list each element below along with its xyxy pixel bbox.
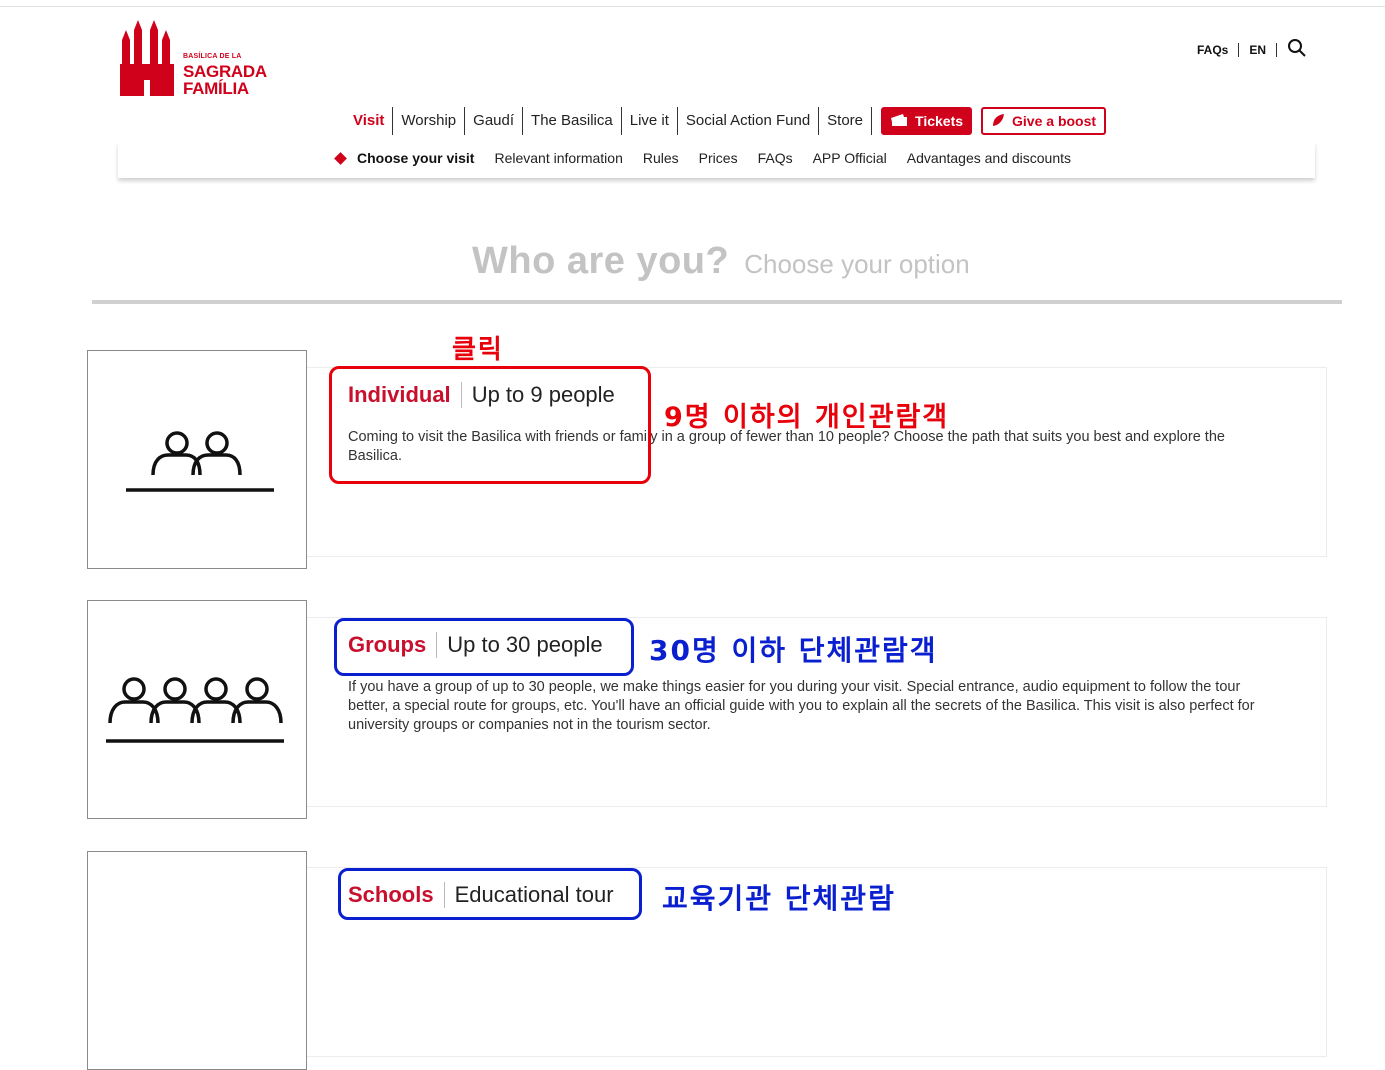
- annotation-groups: 30명 이하 단체관람객: [649, 634, 938, 667]
- language-selector[interactable]: EN: [1249, 43, 1266, 57]
- subnav-item-prices[interactable]: Prices: [699, 150, 738, 166]
- ticket-icon: [890, 113, 908, 130]
- sub-nav: Choose your visit Relevant information R…: [334, 150, 1091, 166]
- logo-line-2: SAGRADA: [183, 62, 267, 81]
- top-divider: [0, 6, 1385, 7]
- logo-wordmark: BASÍLICA DE LA SAGRADA FAMÍLIA: [183, 53, 267, 97]
- faqs-link[interactable]: FAQs: [1197, 43, 1228, 57]
- individual-image[interactable]: [87, 350, 307, 569]
- annotation-box-groups: [334, 618, 634, 676]
- groups-image[interactable]: [87, 600, 307, 819]
- subnav-item-faqs[interactable]: FAQs: [758, 150, 793, 166]
- nav-item-worship[interactable]: Worship: [392, 107, 464, 135]
- logo-line-3: FAMÍLIA: [183, 79, 249, 98]
- schools-image[interactable]: [87, 851, 307, 1070]
- page-heading: Who are you? Choose your option: [472, 240, 970, 283]
- nav-item-visit[interactable]: Visit: [345, 107, 392, 135]
- annotation-box-schools: [338, 868, 642, 920]
- utility-nav: FAQs EN: [1197, 38, 1307, 61]
- heading-rule: [92, 300, 1342, 304]
- give-a-boost-button[interactable]: Give a boost: [981, 107, 1107, 135]
- nav-item-live-it[interactable]: Live it: [620, 107, 677, 135]
- site-logo[interactable]: BASÍLICA DE LA SAGRADA FAMÍLIA: [120, 20, 280, 100]
- sagrada-familia-towers-icon: [120, 20, 174, 96]
- heading-main: Who are you?: [472, 240, 730, 282]
- util-separator: [1276, 42, 1277, 57]
- groups-people-icon: [106, 677, 284, 743]
- util-separator: [1238, 42, 1240, 57]
- annotation-box-individual: [329, 366, 651, 484]
- give-a-boost-label: Give a boost: [1012, 113, 1097, 129]
- subnav-item-relevant-information[interactable]: Relevant information: [494, 150, 622, 166]
- annotation-individual: 9명 이하의 개인관람객: [664, 402, 950, 433]
- tickets-label: Tickets: [915, 113, 964, 129]
- heading-sub: Choose your option: [744, 249, 970, 279]
- search-icon[interactable]: [1287, 38, 1307, 61]
- active-diamond-icon: [334, 151, 347, 165]
- subnav-item-rules[interactable]: Rules: [643, 150, 679, 166]
- subnav-item-app-official[interactable]: APP Official: [813, 150, 887, 166]
- annotation-click: 클릭: [452, 335, 504, 365]
- groups-description: If you have a group of up to 30 people, …: [348, 679, 1255, 733]
- annotation-schools: 교육기관 단체관람: [662, 882, 896, 915]
- nav-item-social-action-fund[interactable]: Social Action Fund: [676, 107, 818, 135]
- subnav-item-advantages[interactable]: Advantages and discounts: [907, 150, 1071, 166]
- nav-item-gaudi[interactable]: Gaudí: [464, 107, 522, 135]
- nav-item-the-basilica[interactable]: The Basilica: [522, 107, 621, 135]
- main-nav: Visit Worship Gaudí The Basilica Live it…: [345, 107, 1107, 135]
- nav-item-store[interactable]: Store: [818, 107, 873, 135]
- individual-people-icon: [126, 431, 274, 492]
- tickets-button[interactable]: Tickets: [881, 107, 973, 135]
- boost-icon: [991, 113, 1005, 130]
- logo-line-1: BASÍLICA DE LA: [183, 53, 242, 60]
- subnav-item-choose-your-visit[interactable]: Choose your visit: [357, 150, 474, 166]
